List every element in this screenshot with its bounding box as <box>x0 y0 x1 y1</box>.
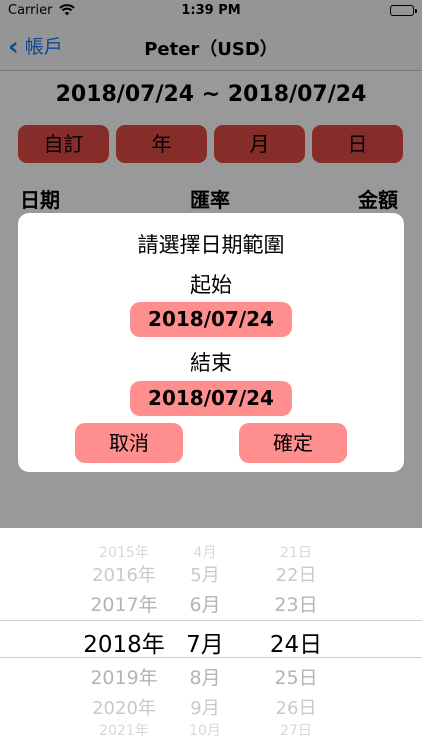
day-option[interactable]: 25日 <box>250 663 342 690</box>
month-wheel[interactable]: 4月 5月 6月 7月 8月 9月 10月 <box>160 528 250 750</box>
month-option[interactable]: 5月 <box>160 561 250 587</box>
day-option-selected[interactable]: 24日 <box>250 625 342 659</box>
dialog-title: 請選擇日期範圍 <box>137 233 285 257</box>
month-option[interactable]: 10月 <box>160 720 250 740</box>
day-option[interactable]: 27日 <box>250 720 342 740</box>
month-option[interactable]: 6月 <box>160 590 250 617</box>
month-option[interactable]: 9月 <box>160 694 250 720</box>
month-option[interactable]: 4月 <box>160 542 250 562</box>
day-option[interactable]: 26日 <box>250 694 342 720</box>
date-range-dialog: 請選擇日期範圍 起始 2018/07/24 結束 2018/07/24 取消 確… <box>18 213 404 472</box>
day-option[interactable]: 23日 <box>250 590 342 617</box>
end-label: 結束 <box>190 351 232 375</box>
date-picker[interactable]: 2015年 2016年 2017年 2018年 2019年 2020年 2021… <box>0 528 422 750</box>
day-option[interactable]: 22日 <box>250 561 342 587</box>
start-date-button[interactable]: 2018/07/24 <box>130 302 292 337</box>
month-option[interactable]: 8月 <box>160 663 250 690</box>
start-label: 起始 <box>190 273 232 297</box>
day-wheel[interactable]: 21日 22日 23日 24日 25日 26日 27日 <box>250 528 342 750</box>
end-date-button[interactable]: 2018/07/24 <box>130 381 292 416</box>
day-option[interactable]: 21日 <box>250 542 342 562</box>
confirm-button[interactable]: 確定 <box>239 423 347 463</box>
cancel-button[interactable]: 取消 <box>75 423 183 463</box>
month-option-selected[interactable]: 7月 <box>160 625 250 659</box>
